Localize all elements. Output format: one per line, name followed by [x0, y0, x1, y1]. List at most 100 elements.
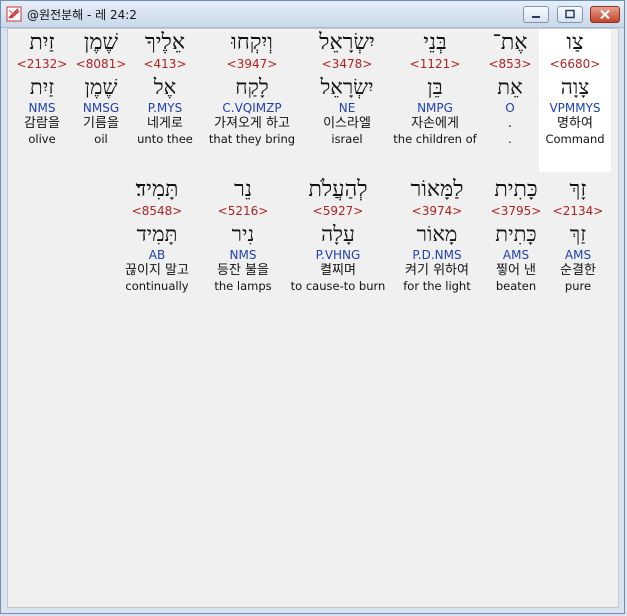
parsing-code: O — [505, 101, 515, 115]
lemma-word: צָוָה — [560, 75, 590, 99]
parsing-code: P.MYS — [147, 101, 183, 115]
word-column[interactable]: יִשְׂרָאֵל <3478> יִשְׂרָאֵל NE 이스라엘 isr… — [311, 29, 383, 147]
word-column[interactable]: כָּתִית <3795> כָּתִית AMS 찧어 낸 beaten — [484, 176, 548, 294]
hebrew-word: לַמָּאוֹר — [410, 177, 464, 202]
lemma-word: אֵת — [497, 75, 523, 99]
english-gloss: the children of — [393, 132, 477, 146]
hebrew-word: בְּנֵי — [423, 30, 447, 55]
word-column[interactable]: לְהַעֲלֹת <5927> עָלָה P.VHNG 켤찌며 to cau… — [286, 176, 390, 294]
hebrew-word: לְהַעֲלֹת — [308, 177, 368, 202]
english-gloss: to cause-to burn — [290, 279, 386, 293]
english-gloss: unto thee — [137, 132, 193, 146]
parsing-code: NMS — [28, 101, 56, 115]
word-column[interactable]: לַמָּאוֹר <3974> מָאוֹר P.D.NMS 켜기 위하여 f… — [392, 176, 482, 294]
hebrew-word: אֶת־ — [492, 30, 528, 55]
korean-gloss: 찧어 낸 — [495, 263, 536, 278]
parsing-code: AMS — [564, 248, 592, 262]
word-column[interactable]: צַו <6680> צָוָה VPMMYS 명하여 Command — [539, 29, 611, 172]
korean-gloss: 네게로 — [147, 116, 183, 131]
hebrew-word: צַו — [566, 30, 584, 55]
parsing-code: P.VHNG — [315, 248, 361, 262]
lemma-word: תָּמִיד — [136, 222, 178, 246]
parsing-code: P.D.NMS — [412, 248, 462, 262]
english-gloss: Command — [545, 132, 605, 146]
hebrew-word: זַיִת — [29, 30, 55, 55]
lemma-word: אֶל — [153, 75, 177, 99]
app-window: @원전분해 - 레 24:2 צַו <6680> צָוָה VPMMYS 명… — [0, 0, 625, 614]
hebrew-word: אֵלֶיךָ — [144, 30, 186, 55]
close-icon — [600, 9, 610, 20]
english-gloss: continually — [125, 279, 189, 293]
korean-gloss: 가져오게 하고 — [214, 116, 290, 131]
word-column[interactable]: זַיִת <2132> זַיִת NMS 감람을 olive — [14, 29, 70, 147]
title-bar[interactable]: @원전분해 - 레 24:2 — [1, 1, 624, 28]
english-gloss: beaten — [495, 279, 537, 293]
word-column[interactable]: בְּנֵי <1121> בֵּן NMPG 자손에게 the childre… — [390, 29, 480, 147]
strong-number[interactable]: <5927> — [286, 204, 390, 218]
lemma-word: לָקַח — [235, 75, 269, 99]
parsing-code: NE — [338, 101, 356, 115]
parsing-code: NMPG — [417, 101, 453, 115]
english-gloss: the lamps — [214, 279, 272, 293]
strong-number[interactable]: <2132> — [14, 57, 70, 71]
english-gloss: for the light — [403, 279, 471, 293]
strong-number[interactable]: <3947> — [204, 57, 300, 71]
strong-number[interactable]: <413> — [134, 57, 196, 71]
word-column[interactable]: תָּמִיד׃ <8548> תָּמִיד AB 끊이지 말고 contin… — [112, 176, 202, 294]
english-gloss: . — [508, 132, 512, 146]
strong-number[interactable]: <853> — [486, 57, 534, 71]
english-gloss: olive — [28, 132, 56, 146]
word-column[interactable]: אֵלֶיךָ <413> אֶל P.MYS 네게로 unto thee — [134, 29, 196, 147]
korean-gloss: 등잔 불을 — [217, 263, 269, 278]
word-column[interactable]: זָךְ <2134> זַךְ AMS 순결한 pure — [548, 176, 608, 294]
english-gloss: israel — [331, 132, 363, 146]
strong-number[interactable]: <3974> — [392, 204, 482, 218]
korean-gloss: 이스라엘 — [323, 116, 371, 131]
strong-number[interactable]: <8548> — [112, 204, 202, 218]
lemma-word: כָּתִית — [495, 222, 537, 246]
strong-number[interactable]: <3478> — [311, 57, 383, 71]
parsing-code: AB — [148, 248, 166, 262]
korean-gloss: 켤찌며 — [320, 263, 356, 278]
lemma-word: בֵּן — [427, 75, 443, 99]
lemma-word: זַךְ — [569, 222, 587, 246]
strong-number[interactable]: <5216> — [206, 204, 280, 218]
korean-gloss: 끊이지 말고 — [125, 263, 189, 278]
korean-gloss: 자손에게 — [411, 116, 459, 131]
korean-gloss: . — [507, 116, 513, 131]
parsing-code: NMSG — [82, 101, 120, 115]
strong-number[interactable]: <6680> — [539, 57, 611, 71]
hebrew-word: וְיִקְחוּ — [231, 30, 273, 55]
word-column[interactable]: שֶׁמֶן <8081> שֶׁמֶן NMSG 기름을 oil — [74, 29, 128, 147]
lemma-word: זַיִת — [29, 75, 55, 99]
strong-number[interactable]: <2134> — [548, 204, 608, 218]
interlinear-panel: צַו <6680> צָוָה VPMMYS 명하여 Command אֶת־… — [7, 28, 619, 608]
english-gloss: pure — [564, 279, 592, 293]
parsing-code: VPMMYS — [549, 101, 601, 115]
english-gloss: that they bring — [208, 132, 296, 146]
maximize-button[interactable] — [557, 6, 583, 23]
lemma-word: נִיר — [231, 222, 255, 246]
strong-number[interactable]: <8081> — [74, 57, 128, 71]
strong-number[interactable]: <3795> — [484, 204, 548, 218]
lemma-word: מָאוֹר — [416, 222, 458, 246]
minimize-button[interactable] — [523, 6, 549, 23]
hebrew-word: זָךְ — [569, 177, 587, 202]
hebrew-word: יִשְׂרָאֵל — [319, 30, 375, 55]
maximize-icon — [565, 9, 575, 19]
korean-gloss: 감람을 — [24, 116, 60, 131]
close-button[interactable] — [590, 6, 620, 23]
strong-number[interactable]: <1121> — [390, 57, 480, 71]
hebrew-word: נֵר — [234, 177, 252, 202]
korean-gloss: 명하여 — [557, 116, 593, 131]
korean-gloss: 기름을 — [83, 116, 119, 131]
word-column[interactable]: וְיִקְחוּ <3947> לָקַח C.VQIMZP 가져오게 하고 … — [204, 29, 300, 147]
word-column[interactable]: נֵר <5216> נִיר NMS 등잔 불을 the lamps — [206, 176, 280, 294]
window-title: @원전분해 - 레 24:2 — [27, 8, 137, 22]
app-icon[interactable] — [6, 6, 22, 22]
word-column[interactable]: אֶת־ <853> אֵת O . . — [486, 29, 534, 147]
hebrew-word: כָּתִית — [494, 177, 538, 202]
hebrew-word: תָּמִיד׃ — [135, 177, 179, 202]
hebrew-word: שֶׁמֶן — [83, 30, 119, 55]
lemma-word: עָלָה — [321, 222, 355, 246]
